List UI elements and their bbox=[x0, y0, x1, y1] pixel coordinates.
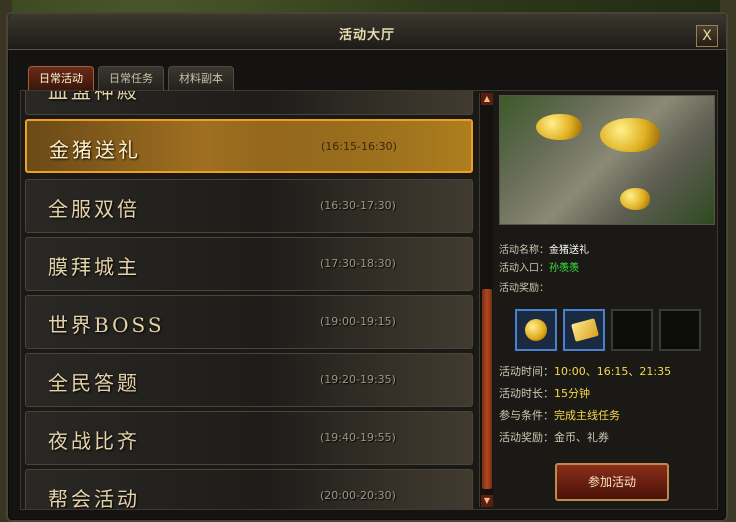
close-button[interactable]: X bbox=[696, 25, 718, 47]
list-item[interactable]: 血盟神殿 bbox=[25, 91, 473, 115]
scroll-up-arrow-icon[interactable]: ▲ bbox=[481, 93, 493, 105]
label: 活动入口： bbox=[499, 263, 549, 274]
golden-pig-icon bbox=[600, 118, 660, 152]
activity-name: 帮会活动 bbox=[48, 487, 140, 509]
activity-entry-link[interactable]: 孙羡羡 bbox=[549, 263, 579, 274]
label: 参与条件： bbox=[499, 409, 554, 422]
detail-time-row: 活动时间：10:00、16:15、21:35 bbox=[499, 363, 671, 379]
activity-condition-value: 完成主线任务 bbox=[554, 409, 620, 422]
activity-name: 全服双倍 bbox=[48, 197, 140, 221]
label: 活动名称： bbox=[499, 245, 549, 256]
list-item[interactable]: 世界BOSS (19:00-19:15) bbox=[25, 295, 473, 349]
list-item[interactable]: 膜拜城主 (17:30-18:30) bbox=[25, 237, 473, 291]
activity-reward-value: 金币、礼券 bbox=[554, 431, 609, 444]
golden-pig-icon bbox=[620, 188, 650, 210]
list-item[interactable]: 帮会活动 (20:00-20:30) bbox=[25, 469, 473, 509]
reward-slot[interactable] bbox=[515, 309, 557, 351]
reward-slots bbox=[515, 309, 701, 351]
activity-name: 膜拜城主 bbox=[48, 255, 140, 279]
tab-daily-tasks[interactable]: 日常任务 bbox=[98, 66, 164, 90]
join-activity-button[interactable]: 参加活动 bbox=[555, 463, 669, 501]
window-title: 活动大厅 bbox=[338, 28, 395, 43]
list-item[interactable]: 全服双倍 (16:30-17:30) bbox=[25, 179, 473, 233]
activity-name: 血盟神殿 bbox=[48, 91, 140, 103]
activity-time: (20:00-20:30) bbox=[320, 489, 396, 502]
label: 活动奖励： bbox=[499, 431, 554, 444]
list-item[interactable]: 夜战比齐 (19:40-19:55) bbox=[25, 411, 473, 465]
gold-coin-icon bbox=[525, 319, 547, 341]
activity-time-value: 10:00、16:15、21:35 bbox=[554, 365, 672, 378]
scroll-thumb[interactable] bbox=[482, 289, 492, 489]
tab-bar: 日常活动 日常任务 材料副本 bbox=[28, 66, 234, 90]
reward-slot-empty bbox=[659, 309, 701, 351]
activity-time: (17:30-18:30) bbox=[320, 257, 396, 270]
activity-name: 世界BOSS bbox=[48, 313, 165, 337]
tab-daily-activities[interactable]: 日常活动 bbox=[28, 66, 94, 90]
detail-reward-label: 活动奖励： bbox=[499, 283, 549, 294]
content-panel: 血盟神殿 金猪送礼 (16:15-16:30) 全服双倍 (16:30-17:3… bbox=[20, 90, 718, 510]
scroll-down-arrow-icon[interactable]: ▼ bbox=[481, 495, 493, 507]
activity-hall-window: 活动大厅 X 日常活动 日常任务 材料副本 血盟神殿 金猪送礼 (16:15-1… bbox=[6, 12, 728, 522]
activity-duration-value: 15分钟 bbox=[554, 387, 590, 400]
activity-name-value: 金猪送礼 bbox=[549, 245, 589, 256]
activity-name: 全民答题 bbox=[48, 371, 140, 395]
voucher-icon bbox=[571, 318, 599, 342]
activity-time: (16:30-17:30) bbox=[320, 199, 396, 212]
reward-slot-empty bbox=[611, 309, 653, 351]
tab-material-dungeon[interactable]: 材料副本 bbox=[168, 66, 234, 90]
activity-time: (19:40-19:55) bbox=[320, 431, 396, 444]
golden-pig-icon bbox=[536, 114, 582, 140]
detail-duration-row: 活动时长：15分钟 bbox=[499, 385, 590, 401]
detail-condition-row: 参与条件：完成主线任务 bbox=[499, 407, 620, 423]
list-scrollbar[interactable]: ▲ ▼ bbox=[479, 93, 493, 507]
activity-name: 金猪送礼 bbox=[49, 138, 141, 162]
activity-detail-panel: 活动名称：金猪送礼 活动入口：孙羡羡 活动奖励： 活动时间：10:00、16:1… bbox=[497, 91, 717, 509]
activity-preview-image bbox=[499, 95, 715, 225]
activity-list: 血盟神殿 金猪送礼 (16:15-16:30) 全服双倍 (16:30-17:3… bbox=[21, 91, 477, 509]
activity-name: 夜战比齐 bbox=[48, 429, 140, 453]
activity-art bbox=[262, 91, 472, 114]
list-item-selected[interactable]: 金猪送礼 (16:15-16:30) bbox=[25, 119, 473, 173]
list-item[interactable]: 全民答题 (19:20-19:35) bbox=[25, 353, 473, 407]
reward-slot[interactable] bbox=[563, 309, 605, 351]
activity-time: (19:20-19:35) bbox=[320, 373, 396, 386]
activity-time: (19:00-19:15) bbox=[320, 315, 396, 328]
detail-entry-row: 活动入口：孙羡羡 bbox=[499, 259, 579, 274]
detail-name-row: 活动名称：金猪送礼 bbox=[499, 241, 589, 256]
label: 活动时长： bbox=[499, 387, 554, 400]
label: 活动时间： bbox=[499, 365, 554, 378]
titlebar: 活动大厅 X bbox=[8, 14, 726, 50]
activity-time: (16:15-16:30) bbox=[321, 140, 397, 153]
detail-reward2-row: 活动奖励：金币、礼券 bbox=[499, 429, 609, 445]
